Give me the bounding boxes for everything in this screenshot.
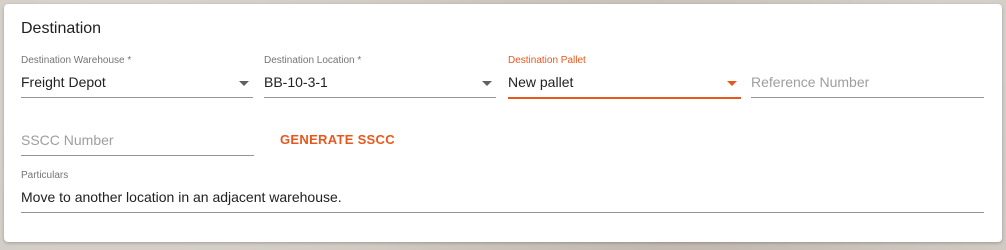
destination-pallet-label: Destination Pallet bbox=[508, 55, 586, 66]
reference-number-underline bbox=[751, 97, 984, 98]
destination-pallet-underline bbox=[508, 97, 741, 99]
sscc-number-placeholder: SSCC Number bbox=[21, 132, 114, 148]
destination-card: Destination Destination Warehouse * Frei… bbox=[4, 4, 1002, 242]
chevron-down-icon[interactable] bbox=[239, 81, 249, 86]
destination-warehouse-label: Destination Warehouse * bbox=[21, 55, 132, 66]
destination-pallet-select[interactable]: Destination Pallet New pallet bbox=[508, 55, 741, 103]
reference-number-input[interactable]: Reference Number bbox=[751, 55, 984, 103]
destination-location-select[interactable]: Destination Location * BB-10-3-1 bbox=[264, 55, 496, 103]
sscc-number-underline bbox=[21, 155, 254, 156]
sscc-number-input[interactable]: SSCC Number bbox=[21, 113, 254, 161]
chevron-down-icon[interactable] bbox=[727, 81, 737, 86]
destination-warehouse-value: Freight Depot bbox=[21, 74, 106, 90]
particulars-value: Move to another location in an adjacent … bbox=[21, 189, 342, 205]
particulars-underline bbox=[21, 212, 984, 213]
destination-location-value: BB-10-3-1 bbox=[264, 74, 328, 90]
reference-number-placeholder: Reference Number bbox=[751, 74, 870, 90]
section-title: Destination bbox=[21, 20, 102, 37]
destination-warehouse-select[interactable]: Destination Warehouse * Freight Depot bbox=[21, 55, 253, 103]
particulars-label: Particulars bbox=[21, 170, 69, 181]
particulars-input[interactable]: Particulars Move to another location in … bbox=[21, 170, 984, 218]
chevron-down-icon[interactable] bbox=[482, 81, 492, 86]
destination-warehouse-underline bbox=[21, 97, 253, 98]
destination-location-underline bbox=[264, 97, 496, 98]
destination-pallet-value: New pallet bbox=[508, 74, 574, 90]
generate-sscc-button[interactable]: GENERATE SSCC bbox=[274, 128, 401, 152]
destination-location-label: Destination Location * bbox=[264, 55, 362, 66]
